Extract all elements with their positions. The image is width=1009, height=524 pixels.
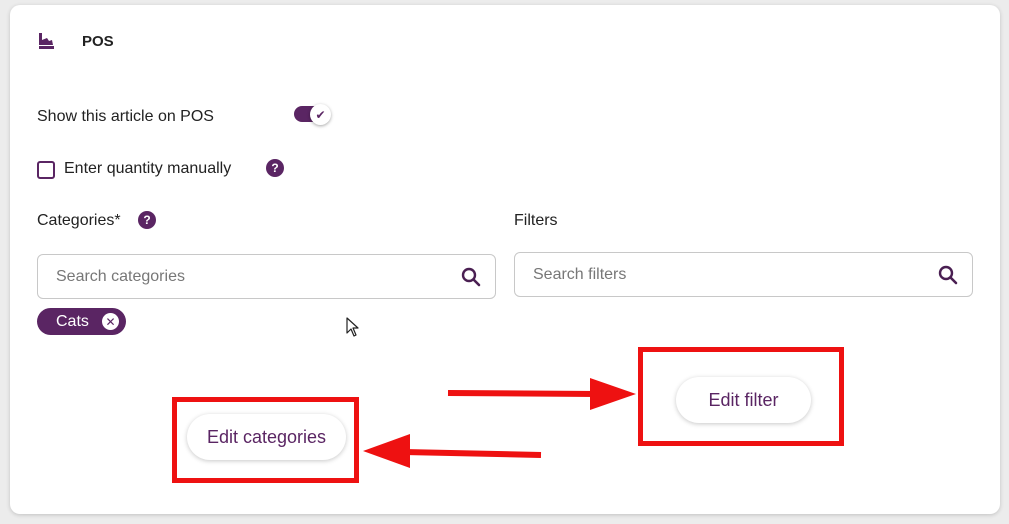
category-chip-label: Cats bbox=[56, 312, 89, 330]
category-chip-cats: Cats ✕ bbox=[37, 308, 126, 335]
enter-quantity-label: Enter quantity manually bbox=[64, 160, 232, 177]
mouse-cursor-icon bbox=[346, 317, 359, 337]
enter-quantity-checkbox[interactable] bbox=[37, 161, 55, 179]
remove-chip-icon[interactable]: ✕ bbox=[102, 313, 119, 330]
enter-quantity-help-icon[interactable]: ? bbox=[266, 159, 284, 177]
search-icon[interactable] bbox=[938, 265, 958, 285]
show-on-pos-toggle[interactable]: ✔ bbox=[294, 104, 334, 125]
show-on-pos-label: Show this article on POS bbox=[37, 108, 214, 125]
filters-label: Filters bbox=[514, 212, 558, 229]
search-categories-box bbox=[37, 254, 496, 299]
search-filters-box bbox=[514, 252, 973, 297]
highlight-box-edit-categories bbox=[172, 397, 359, 483]
search-filters-input[interactable] bbox=[533, 253, 913, 296]
toggle-knob: ✔ bbox=[310, 104, 331, 125]
categories-help-icon[interactable]: ? bbox=[138, 211, 156, 229]
categories-label: Categories* bbox=[37, 212, 121, 229]
pos-register-icon bbox=[39, 33, 54, 49]
highlight-box-edit-filter bbox=[638, 347, 844, 446]
search-categories-input[interactable] bbox=[56, 255, 436, 298]
section-title: POS bbox=[82, 33, 114, 50]
check-icon: ✔ bbox=[315, 107, 326, 122]
search-icon[interactable] bbox=[461, 267, 481, 287]
